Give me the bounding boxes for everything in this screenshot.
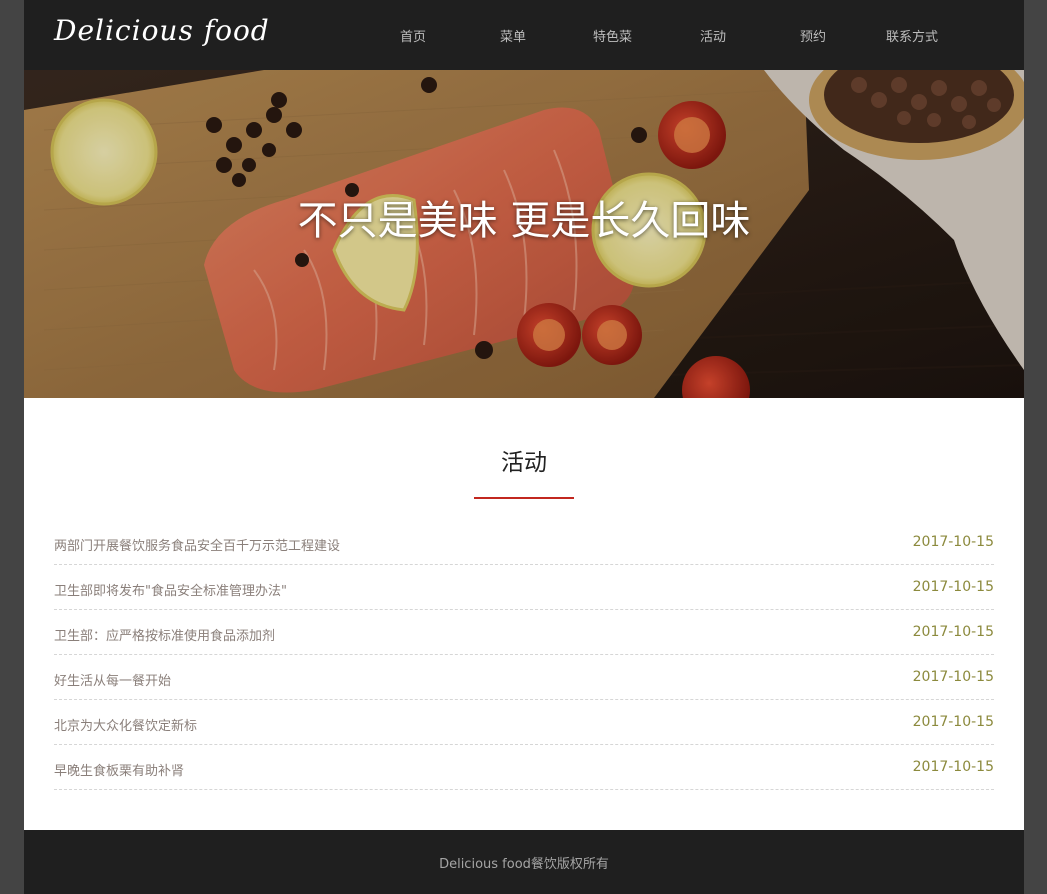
news-item[interactable]: 早晚生食板栗有助补肾 2017-10-15: [54, 745, 994, 790]
news-date: 2017-10-15: [912, 714, 994, 730]
news-date: 2017-10-15: [912, 759, 994, 775]
news-title[interactable]: 早晚生食板栗有助补肾: [54, 760, 184, 779]
news-title[interactable]: 卫生部即将发布"食品安全标准管理办法": [54, 580, 287, 599]
footer-copyright: Delicious food餐饮版权所有: [439, 857, 609, 872]
nav-item-home[interactable]: 首页: [400, 26, 426, 45]
page: Delicious food 首页 菜单 特色菜 活动 预约 联系方式 不只是美…: [24, 0, 1024, 894]
section-title-underline: [474, 497, 574, 499]
news-date: 2017-10-15: [912, 534, 994, 550]
news-item[interactable]: 北京为大众化餐饮定新标 2017-10-15: [54, 700, 994, 745]
news-date: 2017-10-15: [912, 669, 994, 685]
nav-item-reservation[interactable]: 预约: [800, 26, 826, 45]
news-date: 2017-10-15: [912, 579, 994, 595]
news-item[interactable]: 好生活从每一餐开始 2017-10-15: [54, 655, 994, 700]
news-item[interactable]: 卫生部：应严格按标准使用食品添加剂 2017-10-15: [54, 610, 994, 655]
nav-item-activity[interactable]: 活动: [700, 26, 726, 45]
news-title[interactable]: 两部门开展餐饮服务食品安全百千万示范工程建设: [54, 535, 340, 554]
news-title[interactable]: 北京为大众化餐饮定新标: [54, 715, 197, 734]
activity-news-list: 两部门开展餐饮服务食品安全百千万示范工程建设 2017-10-15 卫生部即将发…: [54, 520, 994, 790]
nav-item-contact[interactable]: 联系方式: [886, 26, 938, 45]
nav-item-specialty[interactable]: 特色菜: [593, 26, 632, 45]
hero-banner: 不只是美味 更是长久回味: [24, 70, 1024, 398]
site-header: Delicious food 首页 菜单 特色菜 活动 预约 联系方式: [24, 0, 1024, 70]
news-title[interactable]: 卫生部：应严格按标准使用食品添加剂: [54, 625, 275, 644]
news-item[interactable]: 卫生部即将发布"食品安全标准管理办法" 2017-10-15: [54, 565, 994, 610]
site-footer: Delicious food餐饮版权所有: [24, 830, 1024, 894]
section-title-activity: 活动: [501, 450, 547, 476]
nav-item-menu[interactable]: 菜单: [500, 26, 526, 45]
news-title[interactable]: 好生活从每一餐开始: [54, 670, 171, 689]
news-item[interactable]: 两部门开展餐饮服务食品安全百千万示范工程建设 2017-10-15: [54, 520, 994, 565]
hero-slogan: 不只是美味 更是长久回味: [297, 198, 751, 244]
news-date: 2017-10-15: [912, 624, 994, 640]
site-logo[interactable]: Delicious food: [54, 14, 270, 47]
